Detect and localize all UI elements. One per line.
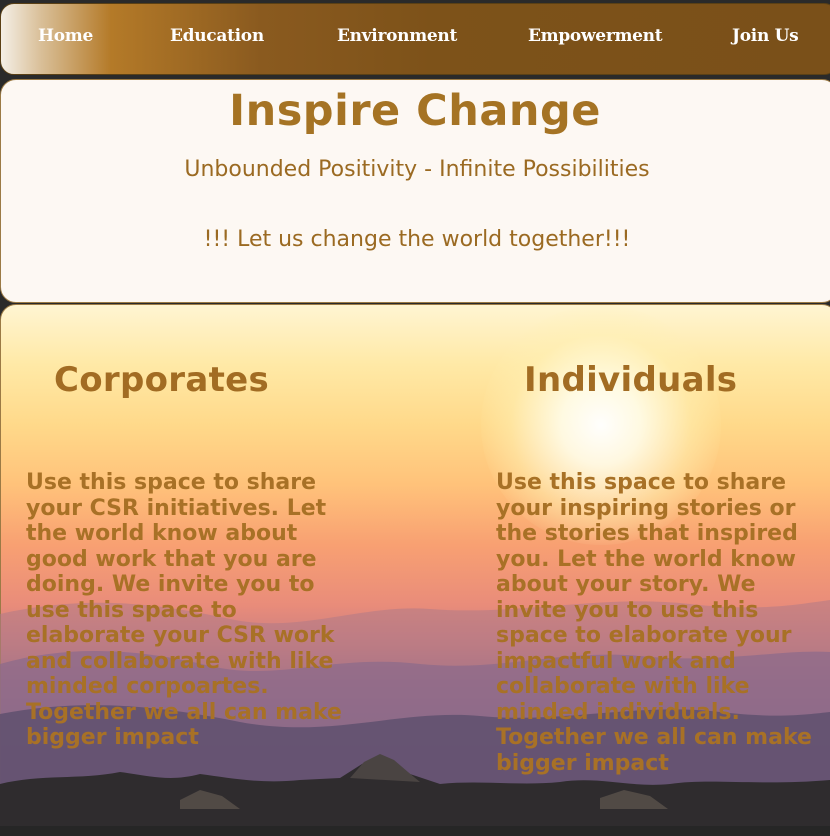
nav-education-link[interactable]: Education [170,26,264,46]
nav-empowerment-link[interactable]: Empowerment [528,26,663,46]
nav-home-link[interactable]: Home [38,26,93,46]
corporates-heading: Corporates [54,360,270,400]
individuals-heading: Individuals [524,360,738,400]
page-title: Inspire Change [229,86,601,136]
nav-environment-link[interactable]: Environment [337,26,457,46]
nav-join-us-link[interactable]: Join Us [732,26,799,46]
page-bottom-strip [0,826,830,836]
individuals-text: Use this space to share your inspiring s… [496,470,812,776]
hero-subtitle: Unbounded Positivity - Infinite Possibil… [184,157,650,182]
hero-call-to-action: !!! Let us change the world together!!! [203,227,631,252]
corporates-text: Use this space to share your CSR initiat… [26,470,342,750]
